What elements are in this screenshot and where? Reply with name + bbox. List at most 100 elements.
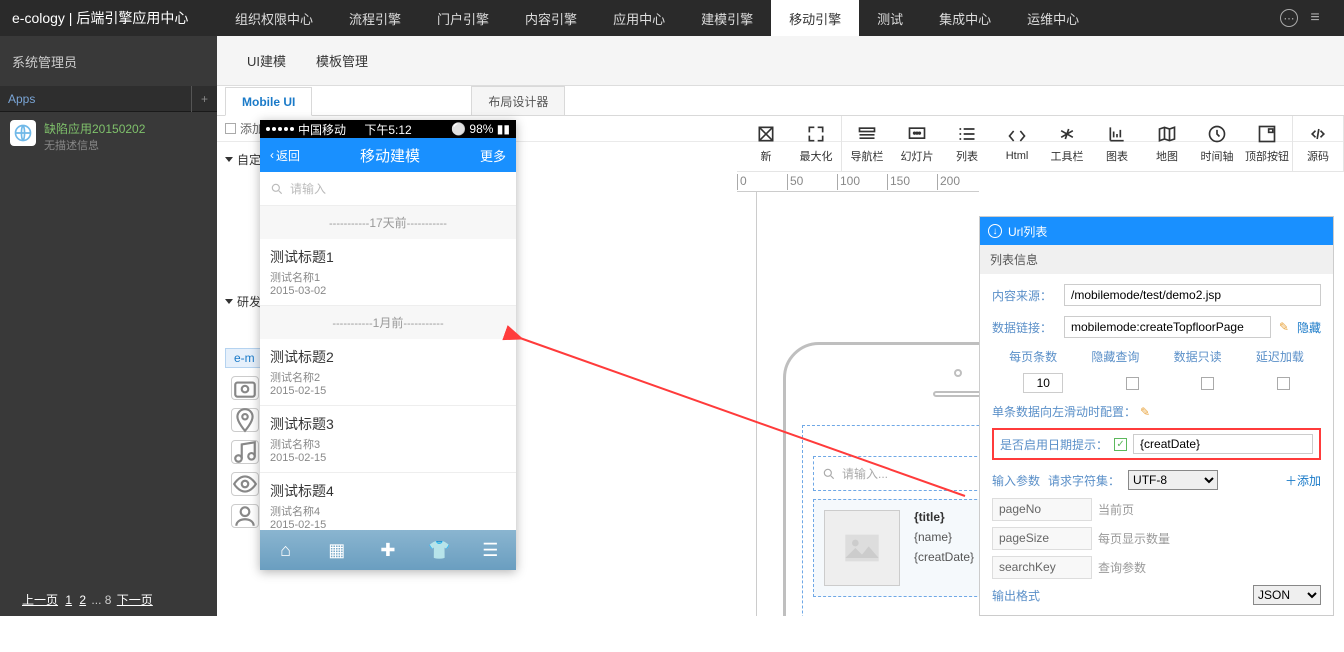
grid-icon[interactable]: ▦ [325, 538, 349, 562]
tree-selected[interactable]: e-m [225, 348, 264, 368]
params-table: pageNo当前页 pageSize每页显示数量 searchKey查询参数 [992, 498, 1321, 579]
swipe-edit-icon[interactable]: ✎ [1140, 405, 1150, 419]
phone-footer: ⌂ ▦ ✚ 👕 ☰ [260, 530, 516, 570]
param-key[interactable]: searchKey [992, 556, 1092, 579]
tool-maximize[interactable]: 最大化 [791, 116, 841, 171]
top-tab-appcenter[interactable]: 应用中心 [595, 0, 683, 36]
more-button[interactable]: 更多 [480, 146, 506, 165]
search-icon [822, 467, 836, 481]
music-icon[interactable] [231, 440, 259, 464]
camera-icon[interactable] [231, 376, 259, 400]
back-button[interactable]: ‹ 返回 [270, 147, 300, 164]
shirt-icon[interactable]: 👕 [427, 538, 451, 562]
design-canvas[interactable]: ⚙ 请输入... {title} {name} {creatDate} [757, 192, 979, 616]
top-tab-ops[interactable]: 运维中心 [1009, 0, 1097, 36]
param-key[interactable]: pageSize [992, 527, 1092, 550]
list-item[interactable]: 测试标题1 测试名称1 2015-03-02 [260, 239, 516, 306]
tool-navbar[interactable]: 导航栏 [842, 116, 892, 171]
output-format-label: 输出格式 [992, 587, 1040, 604]
location-icon[interactable] [231, 408, 259, 432]
param-desc: 每页显示数量 [1092, 527, 1321, 550]
ptab-mobile-ui[interactable]: Mobile UI [225, 87, 312, 116]
chevron-down-icon[interactable]: ↓ [988, 224, 1002, 238]
tool-new[interactable]: 新 [741, 116, 791, 171]
add-app-button[interactable]: + [191, 86, 217, 112]
pager-2[interactable]: 2 [79, 593, 86, 607]
tool-source[interactable]: 源码 [1293, 116, 1343, 171]
tree-node-2[interactable]: 研发 [237, 293, 261, 310]
home-icon[interactable]: ⌂ [274, 538, 298, 562]
vertical-ruler [737, 192, 757, 616]
tool-list[interactable]: 列表 [942, 116, 992, 171]
subtab-ui-model[interactable]: UI建模 [247, 51, 286, 70]
tool-slideshow[interactable]: 幻灯片 [892, 116, 942, 171]
phone-nav-header: ‹ 返回 移动建模 更多 [260, 138, 516, 172]
output-format-select[interactable]: JSON [1253, 585, 1321, 605]
tool-toolbar[interactable]: 工具栏 [1042, 116, 1092, 171]
app-name: 缺陷应用20150202 [44, 120, 145, 137]
ptab-layout[interactable]: 布局设计器 [471, 86, 565, 115]
search-icon [270, 182, 284, 196]
pager-next[interactable]: 下一页 [117, 593, 153, 607]
lazy-checkbox[interactable] [1277, 377, 1290, 390]
mock-field-name: {name} [914, 530, 974, 544]
top-tab-mobile[interactable]: 移动引擎 [771, 0, 859, 36]
user-icon[interactable] [231, 504, 259, 528]
plus-icon[interactable]: ✚ [376, 538, 400, 562]
readonly-checkbox[interactable] [1201, 377, 1214, 390]
pager-prev[interactable]: 上一页 [22, 593, 58, 607]
globe-icon [10, 120, 36, 146]
sidebar-apps-header: Apps + [0, 86, 217, 112]
top-tab-flow[interactable]: 流程引擎 [331, 0, 419, 36]
pager-dots: ... 8 [91, 593, 111, 607]
tool-topbutton[interactable]: 顶部按钮 [1242, 116, 1292, 171]
top-tab-org[interactable]: 组织权限中心 [217, 0, 331, 36]
top-tab-model[interactable]: 建模引擎 [683, 0, 771, 36]
edit-icon[interactable]: ✎ [1279, 320, 1289, 334]
phone-screen[interactable]: ⚙ 请输入... {title} {name} {creatDate} [802, 425, 979, 616]
hide-link[interactable]: 隐藏 [1297, 319, 1321, 336]
sidebar-app-item[interactable]: 缺陷应用20150202 无描述信息 [0, 112, 217, 161]
mock-search-input[interactable]: 请输入... [813, 456, 979, 491]
list-item[interactable]: 测试标题2 测试名称2 2015-02-15 [260, 339, 516, 406]
sub-header: UI建模 模板管理 [217, 36, 1344, 86]
perpage-input[interactable] [1023, 373, 1063, 393]
hidesearch-checkbox[interactable] [1126, 377, 1139, 390]
tool-timeline[interactable]: 时间轴 [1192, 116, 1242, 171]
add-param-link[interactable]: ＋添加 [1285, 472, 1321, 489]
subtab-tpl-mgmt[interactable]: 模板管理 [316, 51, 368, 70]
param-key[interactable]: pageNo [992, 498, 1092, 521]
tool-map[interactable]: 地图 [1142, 116, 1192, 171]
link-input[interactable] [1064, 316, 1271, 338]
col-lazy: 延迟加载 [1239, 348, 1321, 365]
top-tab-content[interactable]: 内容引擎 [507, 0, 595, 36]
more-icon[interactable]: ⋯ [1280, 9, 1298, 27]
list-item[interactable]: 测试标题3 测试名称3 2015-02-15 [260, 406, 516, 473]
date-hint-checkbox[interactable]: ✓ [1114, 438, 1127, 451]
tool-chart[interactable]: 图表 [1092, 116, 1142, 171]
top-tab-test[interactable]: 测试 [859, 0, 921, 36]
help-icon[interactable]: ≡ [1306, 9, 1324, 27]
src-label: 内容来源： [992, 287, 1056, 304]
tool-html[interactable]: Html [992, 116, 1042, 171]
project-tabs: Mobile UI 布局设计器 [217, 86, 1344, 116]
input-params-label: 输入参数 [992, 472, 1040, 489]
eye-icon[interactable] [231, 472, 259, 496]
date-divider-1: -----------17天前----------- [260, 206, 516, 239]
pager-1[interactable]: 1 [65, 593, 72, 607]
charset-label: 请求字符集： [1048, 472, 1120, 489]
top-tab-portal[interactable]: 门户引擎 [419, 0, 507, 36]
menu-icon[interactable]: ☰ [478, 538, 502, 562]
add-page-checkbox[interactable] [225, 123, 236, 134]
src-input[interactable] [1064, 284, 1321, 306]
top-tab-integrate[interactable]: 集成中心 [921, 0, 1009, 36]
charset-select[interactable]: UTF-8 [1128, 470, 1218, 490]
param-desc: 查询参数 [1092, 556, 1321, 579]
tree-node-1[interactable]: 自定 [237, 151, 261, 168]
app-desc: 无描述信息 [44, 137, 145, 153]
properties-subtitle: 列表信息 [980, 245, 1333, 274]
phone-search-input[interactable]: 请输入 [260, 172, 516, 206]
mock-list-card[interactable]: {title} {name} {creatDate} [813, 499, 979, 597]
statusbar-time: 下午5:12 [364, 121, 411, 138]
date-hint-input[interactable] [1133, 434, 1313, 454]
